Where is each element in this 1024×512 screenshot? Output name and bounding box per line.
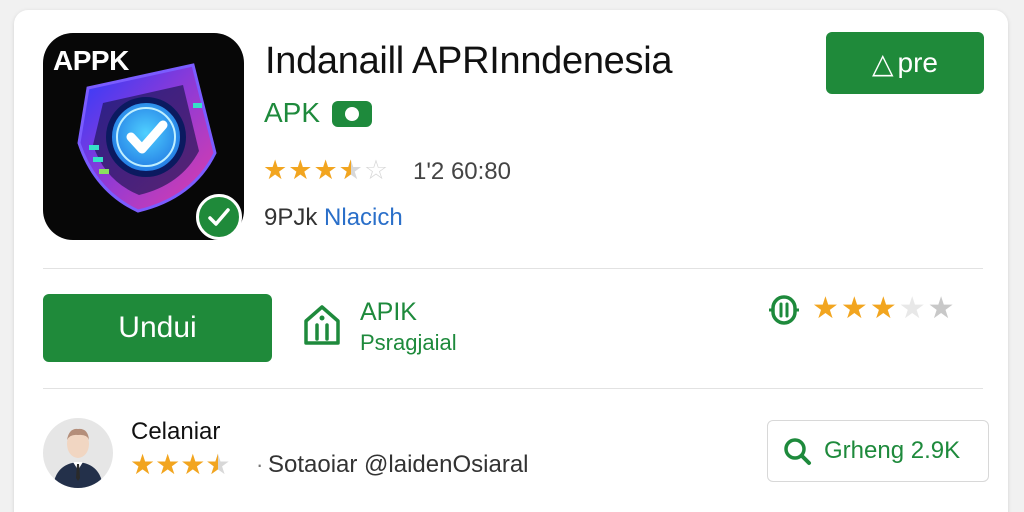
triangle-icon: △ — [871, 47, 894, 79]
rating-info-icon[interactable] — [767, 293, 801, 332]
search-button[interactable]: Grheng 2.9K — [767, 420, 989, 482]
avatar-icon[interactable] — [43, 418, 113, 488]
divider — [43, 268, 983, 269]
star-empty-icon: ☆ — [363, 155, 389, 185]
download-button[interactable]: Undui — [43, 294, 272, 362]
star-full-icon: ★ — [869, 292, 897, 325]
star-empty-icon: ★ — [927, 292, 955, 325]
apk-box-icon — [300, 301, 344, 352]
star-full-icon: ★ — [288, 155, 313, 185]
reviewer-name: Celaniar — [131, 418, 221, 445]
search-button-label: Grheng 2.9K — [824, 437, 961, 464]
developer-link[interactable]: 9PJk Nlacich — [264, 204, 403, 232]
star-full-icon: ★ — [812, 292, 839, 325]
row-rating-stars[interactable]: ★ ★ ★ ★ ★ — [812, 293, 955, 325]
star-full-icon: ★ — [130, 449, 156, 480]
developer-prefix: 9PJk — [264, 204, 318, 231]
star-empty-icon: ★ — [898, 292, 926, 325]
search-icon — [784, 438, 811, 465]
review-separator: · — [256, 452, 264, 477]
review-text: Sotaoiar @laidenOsiaral — [268, 451, 529, 478]
download-label: Undui — [118, 311, 197, 344]
app-rating-stars: ★ ★ ★ ★ ☆ — [263, 155, 388, 185]
divider — [43, 388, 983, 389]
star-half-icon: ★ — [339, 155, 363, 185]
star-half-icon: ★ — [205, 450, 230, 481]
apk-label: APIK — [360, 298, 417, 326]
developer-name[interactable]: Nlacich — [324, 204, 403, 231]
toggle-badge-icon — [332, 101, 372, 127]
star-full-icon: ★ — [155, 449, 181, 480]
verified-badge-icon — [196, 194, 242, 240]
top-action-button[interactable]: △ pre — [826, 32, 984, 94]
review-rating-stars: ★ ★ ★ ★ — [130, 449, 230, 481]
app-subtitle: APK — [264, 97, 321, 128]
star-full-icon: ★ — [180, 449, 206, 480]
rating-count: 1'2 60:80 — [413, 158, 512, 185]
app-title: Indanaill APRInndenesia — [265, 40, 673, 82]
star-full-icon: ★ — [313, 155, 338, 185]
star-full-icon: ★ — [840, 292, 868, 325]
top-action-label: pre — [897, 47, 938, 78]
star-full-icon: ★ — [263, 155, 288, 185]
apk-sublabel: Psragjaial — [360, 330, 457, 355]
app-icon-tag: APPK — [53, 45, 129, 76]
